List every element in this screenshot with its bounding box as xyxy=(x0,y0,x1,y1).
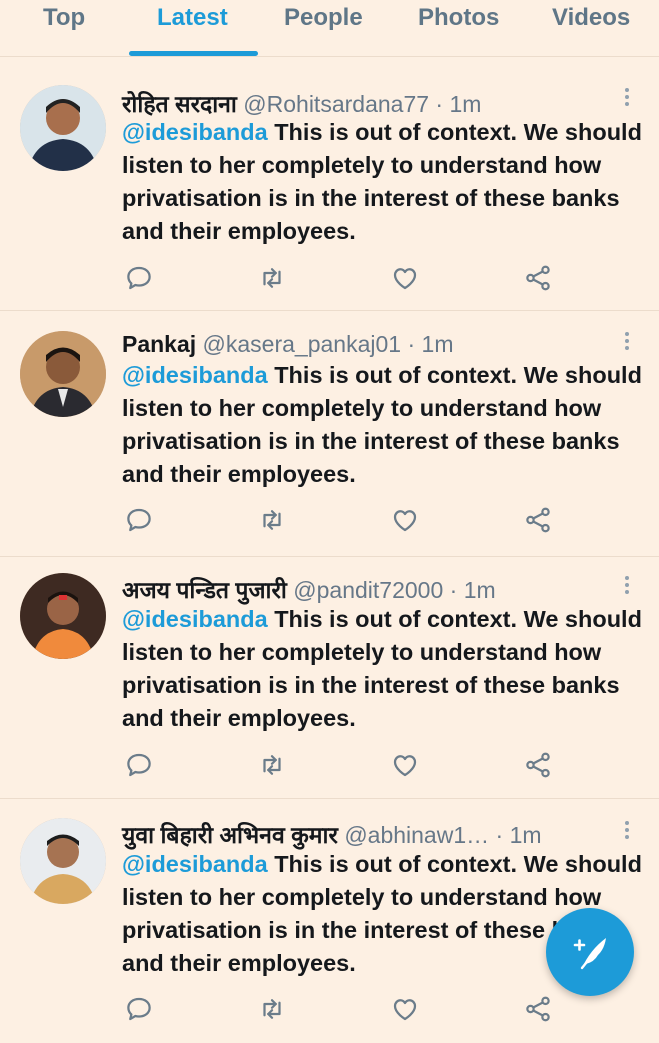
more-options-icon[interactable] xyxy=(620,573,634,599)
retweet-icon[interactable] xyxy=(257,505,287,535)
retweet-icon[interactable] xyxy=(257,750,287,780)
reply-icon[interactable] xyxy=(124,750,154,780)
tweet-header: Pankaj @kasera_pankaj01 · 1m xyxy=(122,331,453,358)
compose-tweet-icon xyxy=(573,938,606,970)
tweet-text: @idesibanda This is out of context. We s… xyxy=(122,606,642,731)
tab-people[interactable]: People xyxy=(284,4,363,32)
tweet-time: · 1m xyxy=(435,91,482,117)
author-handle[interactable]: @kasera_pankaj01 xyxy=(203,331,402,357)
tweet[interactable]: रोहित सरदाना @Rohitsardana77 · 1m @idesi… xyxy=(0,65,659,311)
mention-link[interactable]: @idesibanda xyxy=(122,362,268,388)
avatar[interactable] xyxy=(20,85,106,171)
like-icon[interactable] xyxy=(390,263,420,293)
mention-link[interactable]: @idesibanda xyxy=(122,119,268,145)
share-icon[interactable] xyxy=(523,994,553,1024)
tweet-header: युवा बिहारी अभिनव कुमार @abhinaw1… · 1m xyxy=(122,818,542,850)
author-name[interactable]: युवा बिहारी अभिनव कुमार xyxy=(122,822,338,848)
tweet-text: @idesibanda This is out of context. We s… xyxy=(122,119,642,244)
tweet-text: @idesibanda This is out of context. We s… xyxy=(122,362,642,487)
author-name[interactable]: अजय पन्डित पुजारी xyxy=(122,577,287,603)
tweet-header: अजय पन्डित पुजारी @pandit72000 · 1m xyxy=(122,573,496,605)
active-tab-indicator xyxy=(129,51,258,56)
tab-photos[interactable]: Photos xyxy=(418,4,499,32)
retweet-icon[interactable] xyxy=(257,994,287,1024)
tab-top[interactable]: Top xyxy=(43,4,85,32)
like-icon[interactable] xyxy=(390,505,420,535)
share-icon[interactable] xyxy=(523,505,553,535)
tweet-header: रोहित सरदाना @Rohitsardana77 · 1m xyxy=(122,87,481,119)
tweet[interactable]: Pankaj @kasera_pankaj01 · 1m @idesibanda… xyxy=(0,311,659,557)
author-handle[interactable]: @Rohitsardana77 xyxy=(243,91,429,117)
like-icon[interactable] xyxy=(390,750,420,780)
avatar[interactable] xyxy=(20,818,106,904)
tweet-time: · 1m xyxy=(407,331,454,357)
like-icon[interactable] xyxy=(390,994,420,1024)
more-options-icon[interactable] xyxy=(620,329,634,355)
tweet[interactable]: अजय पन्डित पुजारी @pandit72000 · 1m @ide… xyxy=(0,553,659,799)
share-icon[interactable] xyxy=(523,750,553,780)
avatar[interactable] xyxy=(20,573,106,659)
reply-icon[interactable] xyxy=(124,994,154,1024)
retweet-icon[interactable] xyxy=(257,263,287,293)
author-handle[interactable]: @pandit72000 xyxy=(293,577,443,603)
tab-latest[interactable]: Latest xyxy=(157,4,228,32)
tweet-time: · 1m xyxy=(495,822,542,848)
author-name[interactable]: रोहित सरदाना xyxy=(122,91,237,117)
avatar[interactable] xyxy=(20,331,106,417)
author-handle[interactable]: @abhinaw1… xyxy=(344,822,489,848)
tweet-time: · 1m xyxy=(449,577,496,603)
compose-tweet-button[interactable] xyxy=(546,908,634,996)
mention-link[interactable]: @idesibanda xyxy=(122,606,268,632)
share-icon[interactable] xyxy=(523,263,553,293)
more-options-icon[interactable] xyxy=(620,85,634,111)
mention-link[interactable]: @idesibanda xyxy=(122,851,268,877)
more-options-icon[interactable] xyxy=(620,818,634,844)
author-name[interactable]: Pankaj xyxy=(122,331,196,357)
tab-videos[interactable]: Videos xyxy=(552,4,630,32)
reply-icon[interactable] xyxy=(124,263,154,293)
reply-icon[interactable] xyxy=(124,505,154,535)
search-tabs: Top Latest People Photos Videos xyxy=(0,0,659,57)
